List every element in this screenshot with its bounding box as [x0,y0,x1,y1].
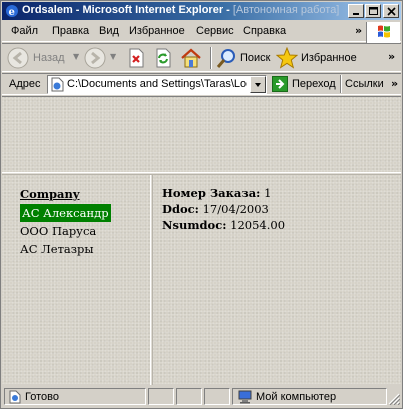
security-zone-cell: Мой компьютер [232,388,387,405]
standard-toolbar: Назад ▼ ▼ Поиск Избранное » [2,43,401,72]
status-cell [176,388,202,405]
minimize-icon [353,13,359,15]
company-item[interactable]: АС Летазры [20,240,111,258]
toolbar-separator [210,47,212,69]
ddoc-value: 17/04/2003 [202,202,269,216]
address-text: C:\Documents and Settings\Taras\Local Se [67,78,247,90]
close-icon [387,7,396,16]
address-bar: Адрес C:\Documents and Settings\Taras\Lo… [2,73,401,95]
home-icon [181,48,201,68]
refresh-button[interactable] [153,46,175,70]
menu-favorites[interactable]: Избранное [129,25,185,37]
company-item-selected[interactable]: АС Александр [20,204,111,222]
frame-divider-vertical[interactable] [150,175,153,385]
back-dropdown-icon[interactable]: ▼ [73,52,79,61]
maximize-icon [369,7,378,15]
menu-file[interactable]: Файл [11,25,38,37]
resize-grip-icon[interactable] [388,393,400,405]
home-button[interactable] [180,46,204,70]
menu-bar: Файл Правка Вид Избранное Сервис Справка… [2,21,401,42]
favorites-label: Избранное [301,52,357,64]
menu-edit[interactable]: Правка [52,25,89,37]
order-number-row: Номер Заказа: 1 [162,185,285,201]
menu-tools[interactable]: Сервис [196,25,234,37]
window-title: Ordsalem - Microsoft Internet Explorer -… [22,4,340,16]
forward-button[interactable]: ▼ [84,46,120,70]
status-main-cell: Готово [4,388,146,405]
menu-overflow-chevron[interactable]: » [355,24,362,37]
order-number-label: Номер Заказа: [162,186,261,200]
search-icon [216,49,235,68]
minimize-button[interactable] [348,4,364,18]
back-arrow-icon [7,47,29,69]
status-cell [204,388,230,405]
order-details-frame: Номер Заказа: 1 Ddoc: 17/04/2003 Nsumdoc… [162,185,285,233]
go-arrow-icon[interactable] [272,76,288,92]
address-input[interactable]: C:\Documents and Settings\Taras\Local Se [47,75,267,94]
status-bar: Готово Мой компьютер [2,385,401,407]
address-label: Адрес [9,78,41,90]
offline-indicator: [Автономная работа] [232,4,340,16]
search-label: Поиск [240,52,271,64]
nsumdoc-label: Nsumdoc: [162,218,227,232]
toolbar-overflow-chevron[interactable]: » [388,50,395,63]
favorites-button[interactable]: Избранное [276,46,357,70]
address-separator [340,75,342,93]
company-heading: Company [20,187,80,201]
favorites-star-icon [276,47,298,69]
go-button[interactable]: Переход [292,78,336,90]
links-overflow-chevron[interactable]: » [391,77,398,90]
title-bar[interactable]: e Ordsalem - Microsoft Internet Explorer… [2,2,401,20]
ddoc-row: Ddoc: 17/04/2003 [162,201,285,217]
computer-icon [238,390,252,404]
links-button[interactable]: Ссылки [345,78,384,90]
back-label: Назад [33,52,65,64]
order-number-value: 1 [264,186,272,200]
menu-help[interactable]: Справка [243,25,286,37]
address-dropdown-button[interactable] [250,76,266,93]
chevron-down-icon [255,83,261,87]
windows-flag-icon [378,25,390,38]
frame-divider-horizontal[interactable] [2,172,401,175]
menu-view[interactable]: Вид [99,25,119,37]
nsumdoc-row: Nsumdoc: 12054.00 [162,217,285,233]
ie-app-icon[interactable]: e [5,4,19,18]
page-content: Company АС Александр ООО Паруса АС Летаз… [2,96,401,385]
status-text: Готово [25,391,59,403]
close-button[interactable] [383,4,399,18]
refresh-icon [156,48,171,68]
company-list-frame: Company АС Александр ООО Паруса АС Летаз… [20,187,111,258]
status-cell [148,388,174,405]
stop-icon [129,48,144,68]
page-icon [51,77,64,92]
ddoc-label: Ddoc: [162,202,199,216]
maximize-button[interactable] [365,4,381,18]
search-button[interactable]: Поиск [216,46,274,70]
forward-dropdown-icon[interactable]: ▼ [110,52,116,61]
svg-text:e: e [9,7,15,18]
company-item[interactable]: ООО Паруса [20,222,111,240]
stop-button[interactable] [126,46,148,70]
forward-arrow-icon [84,47,106,69]
windows-logo [366,22,400,43]
zone-text: Мой компьютер [256,391,337,403]
browser-window: e Ordsalem - Microsoft Internet Explorer… [0,0,403,409]
back-button[interactable]: Назад ▼ [7,46,82,70]
nsumdoc-value: 12054.00 [230,218,286,232]
page-status-icon [9,390,21,404]
